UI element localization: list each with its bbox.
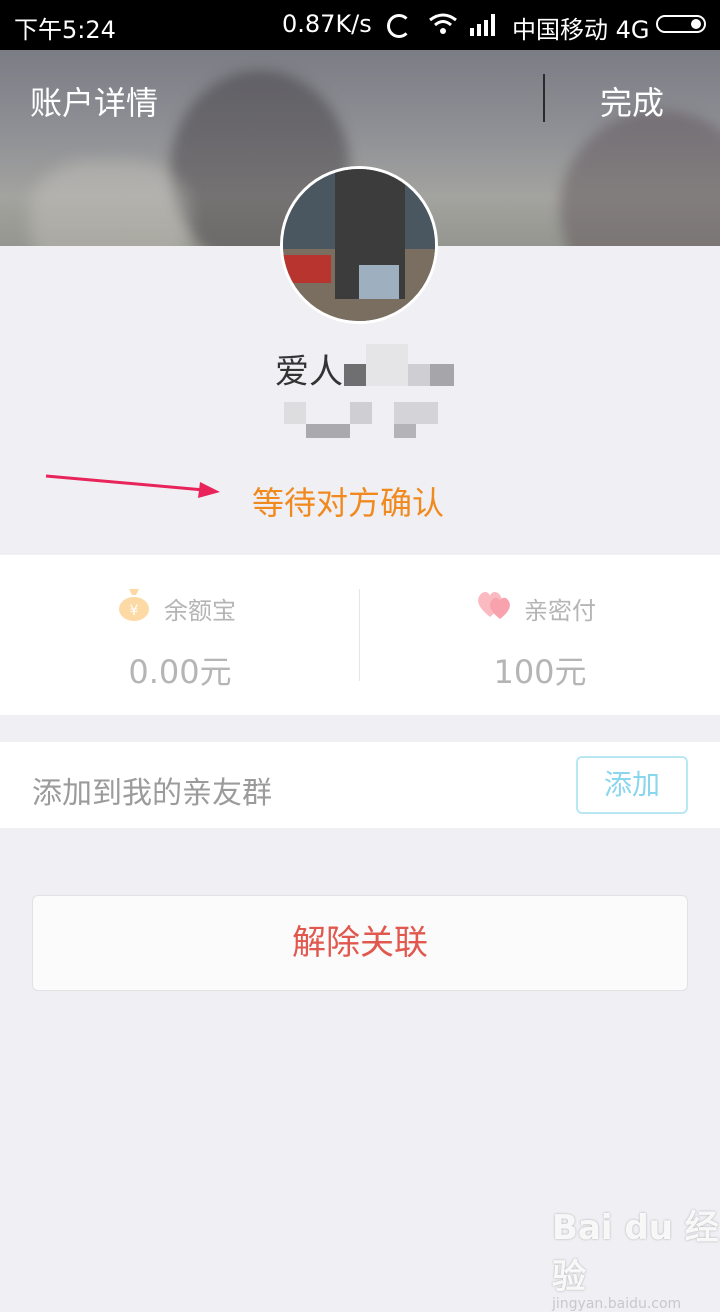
redacted-account bbox=[306, 424, 350, 438]
redacted-name bbox=[430, 364, 454, 386]
watermark-brand: Bai du 经验 bbox=[552, 1208, 719, 1297]
page-title: 账户详情 bbox=[30, 84, 159, 122]
watermark-url: jingyan.baidu.com bbox=[552, 1296, 682, 1312]
done-button[interactable]: 完成 bbox=[600, 78, 664, 124]
yuebao-stat[interactable]: ¥ 余额宝 0.00元 bbox=[0, 555, 360, 715]
header-divider bbox=[543, 74, 545, 122]
profile-name-row: 爱人 bbox=[0, 340, 720, 392]
add-to-family-group-row: 添加到我的亲友群 添加 bbox=[0, 742, 720, 828]
yuebao-label: 余额宝 bbox=[164, 597, 236, 625]
svg-text:¥: ¥ bbox=[130, 603, 139, 619]
signal-icon bbox=[470, 14, 495, 36]
intimate-pay-label: 亲密付 bbox=[524, 597, 596, 625]
battery-icon bbox=[656, 15, 706, 33]
redacted-account bbox=[350, 402, 372, 424]
yuebao-value: 0.00元 bbox=[128, 653, 232, 691]
status-bar: 下午5:24 0.87K/s 中国移动 4G bbox=[0, 0, 720, 50]
baidu-watermark: Bai du 经验 jingyan.baidu.com bbox=[552, 1200, 720, 1312]
avatar[interactable] bbox=[280, 166, 438, 324]
add-to-family-group-label: 添加到我的亲友群 bbox=[32, 776, 272, 811]
add-button[interactable]: 添加 bbox=[576, 756, 688, 814]
heart-icon bbox=[478, 592, 510, 619]
redacted-name bbox=[408, 364, 430, 386]
wifi-icon bbox=[429, 13, 457, 34]
header-background-shape bbox=[560, 110, 720, 246]
redacted-name bbox=[366, 344, 408, 386]
avatar-photo-region bbox=[359, 265, 399, 299]
avatar-photo-region bbox=[283, 255, 331, 283]
unlink-button[interactable]: 解除关联 bbox=[32, 895, 688, 991]
network-speed: 0.87K/s bbox=[282, 10, 372, 38]
moneybag-icon: ¥ bbox=[119, 589, 149, 621]
account-stats: ¥ 余额宝 0.00元 亲密付 100元 bbox=[0, 555, 720, 715]
status-time: 下午5:24 bbox=[14, 16, 116, 44]
sync-icon bbox=[387, 14, 411, 38]
redacted-name bbox=[344, 364, 366, 386]
redacted-account bbox=[394, 402, 438, 424]
annotation-arrow bbox=[45, 474, 220, 498]
pending-confirmation-status: 等待对方确认 bbox=[252, 484, 445, 522]
header-background-shape bbox=[30, 160, 190, 246]
redacted-account bbox=[284, 402, 306, 424]
intimate-pay-value: 100元 bbox=[493, 653, 587, 691]
intimate-pay-stat[interactable]: 亲密付 100元 bbox=[360, 555, 720, 715]
profile-name: 爱人 bbox=[275, 352, 343, 392]
carrier-label: 中国移动 4G bbox=[512, 16, 650, 44]
redacted-account bbox=[394, 424, 416, 438]
